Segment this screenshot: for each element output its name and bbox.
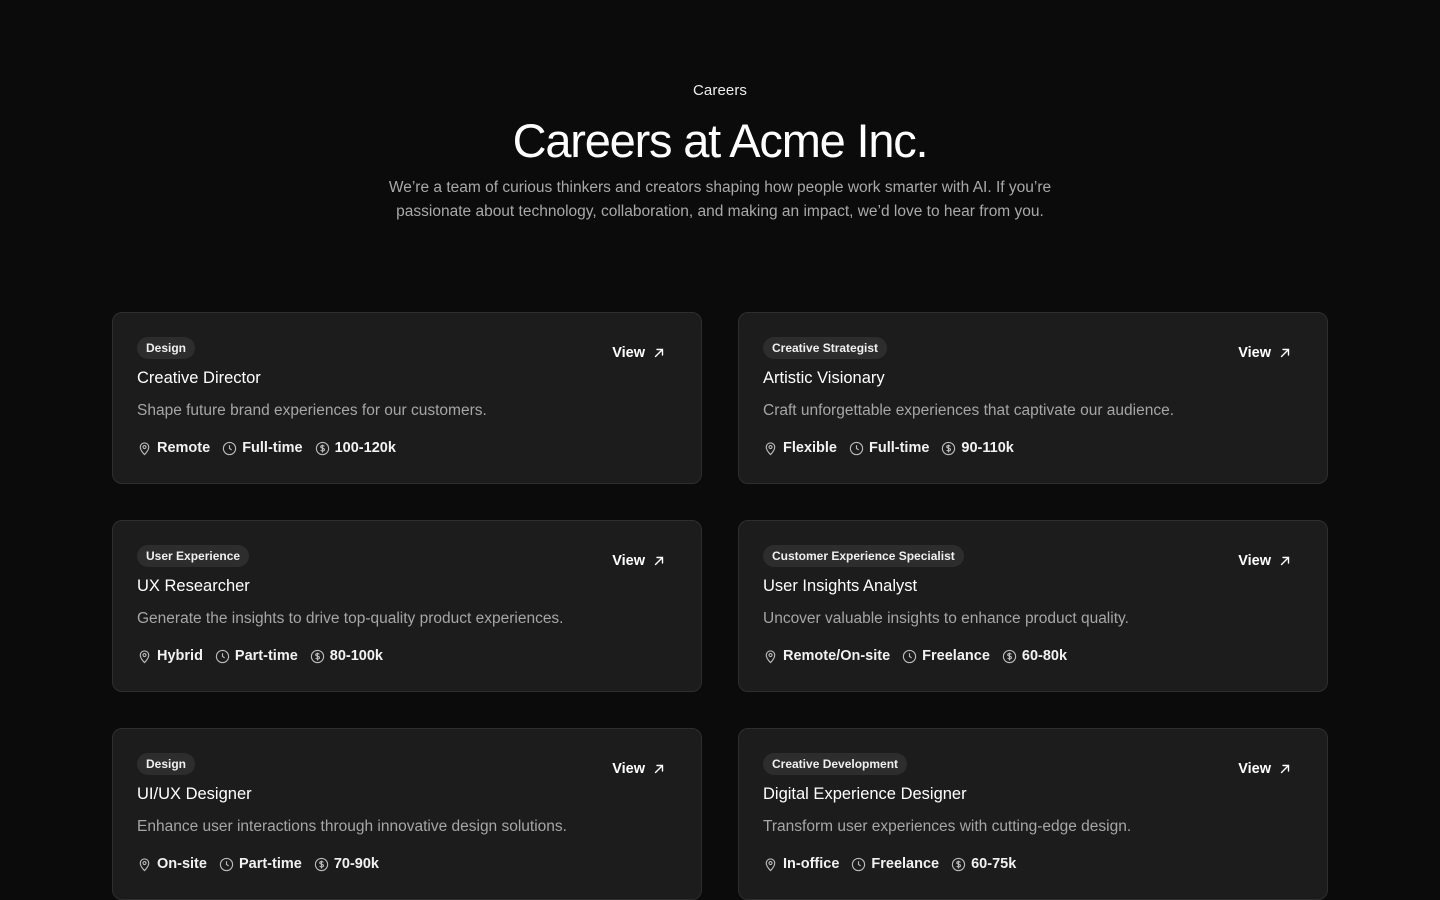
view-job-button[interactable]: View — [612, 345, 665, 361]
job-type: Part-time — [219, 856, 302, 872]
view-job-button[interactable]: View — [1238, 761, 1291, 777]
job-card: Creative Strategist View Artistic Vision… — [738, 312, 1328, 484]
job-location: Remote/On-site — [763, 648, 890, 664]
page-subtitle: We’re a team of curious thinkers and cre… — [388, 179, 1052, 220]
job-salary: 80-100k — [310, 648, 383, 664]
job-meta: On-site Part-time 70-90k — [137, 856, 379, 872]
map-pin-icon — [139, 441, 150, 455]
view-job-button[interactable]: View — [612, 761, 665, 777]
view-label: View — [612, 553, 645, 569]
job-category-badge: User Experience — [137, 545, 250, 567]
job-card: Creative Development View Digital Experi… — [738, 728, 1328, 900]
clock-icon — [849, 441, 864, 455]
job-description: Transform user experiences with cutting-… — [763, 818, 1132, 835]
job-listings-grid: Design View Creative Director Shape futu… — [112, 312, 1328, 900]
map-pin-icon — [765, 649, 776, 663]
arrow-up-right-icon — [1280, 348, 1290, 358]
map-pin-icon — [765, 441, 776, 455]
arrow-up-right-icon — [1280, 556, 1290, 566]
job-location: Hybrid — [137, 648, 203, 664]
job-type: Full-time — [849, 440, 929, 456]
view-label: View — [612, 761, 645, 777]
job-title: Creative Director — [137, 369, 261, 387]
job-type: Full-time — [222, 440, 303, 456]
view-job-button[interactable]: View — [612, 553, 665, 569]
job-card: Design View UI/UX Designer Enhance user … — [112, 728, 702, 900]
job-meta: Hybrid Part-time 80-100k — [137, 648, 383, 664]
job-salary: 60-80k — [1002, 648, 1067, 664]
job-salary: 70-90k — [314, 856, 379, 872]
job-card: Design View Creative Director Shape futu… — [112, 312, 702, 484]
page-title: Careers at Acme Inc. — [512, 114, 929, 167]
job-type: Freelance — [902, 648, 990, 664]
job-category-badge: Design — [137, 753, 196, 775]
job-type: Freelance — [851, 856, 939, 872]
job-category-badge: Creative Development — [763, 753, 908, 775]
arrow-up-right-icon — [654, 556, 664, 566]
job-description: Generate the insights to drive top-quali… — [137, 610, 564, 627]
job-category-badge: Customer Experience Specialist — [763, 545, 964, 567]
job-location: In-office — [763, 856, 839, 872]
clock-icon — [852, 857, 866, 871]
job-meta: Remote Full-time 100-120k — [137, 440, 396, 456]
arrow-up-right-icon — [1280, 764, 1290, 774]
map-pin-icon — [139, 857, 150, 871]
dollar-circle-icon — [310, 649, 324, 663]
job-title: Digital Experience Designer — [763, 785, 967, 803]
job-description: Shape future brand experiences for our c… — [137, 402, 487, 419]
dollar-circle-icon — [315, 441, 329, 455]
job-description: Craft unforgettable experiences that cap… — [763, 402, 1175, 419]
map-pin-icon — [139, 649, 150, 663]
clock-icon — [219, 857, 234, 871]
job-category-badge: Design — [137, 337, 196, 359]
job-meta: Flexible Full-time 90-110k — [763, 440, 1014, 456]
job-card: Customer Experience Specialist View User… — [738, 520, 1328, 692]
dollar-circle-icon — [942, 441, 956, 455]
job-title: Artistic Visionary — [763, 369, 885, 387]
job-title: User Insights Analyst — [763, 577, 918, 595]
job-card: User Experience View UX Researcher Gener… — [112, 520, 702, 692]
job-salary: 90-110k — [941, 440, 1014, 456]
map-pin-icon — [765, 857, 776, 871]
clock-icon — [215, 649, 230, 663]
arrow-up-right-icon — [654, 764, 664, 774]
job-type: Part-time — [215, 648, 298, 664]
job-location: On-site — [137, 856, 207, 872]
job-description: Uncover valuable insights to enhance pro… — [763, 610, 1129, 627]
view-label: View — [1238, 761, 1271, 777]
view-label: View — [612, 345, 645, 361]
clock-icon — [903, 649, 917, 663]
job-title: UI/UX Designer — [137, 785, 252, 803]
job-salary: 60-75k — [951, 856, 1016, 872]
dollar-circle-icon — [951, 857, 966, 871]
job-title: UX Researcher — [137, 577, 250, 595]
job-meta: Remote/On-site Freelance 60-80k — [763, 648, 1067, 664]
view-label: View — [1238, 553, 1271, 569]
job-location: Flexible — [763, 440, 837, 456]
view-label: View — [1238, 345, 1271, 361]
arrow-up-right-icon — [654, 348, 664, 358]
view-job-button[interactable]: View — [1238, 553, 1291, 569]
job-description: Enhance user interactions through innova… — [137, 818, 567, 835]
clock-icon — [223, 441, 237, 455]
dollar-circle-icon — [1002, 649, 1017, 663]
view-job-button[interactable]: View — [1238, 345, 1291, 361]
job-salary: 100-120k — [315, 440, 396, 456]
job-location: Remote — [137, 440, 210, 456]
dollar-circle-icon — [314, 857, 328, 871]
careers-page: Careers Careers at Acme Inc. We’re a tea… — [0, 0, 1440, 900]
job-meta: In-office Freelance 60-75k — [763, 856, 1016, 872]
job-category-badge: Creative Strategist — [763, 337, 888, 359]
section-eyebrow: Careers — [692, 82, 748, 99]
